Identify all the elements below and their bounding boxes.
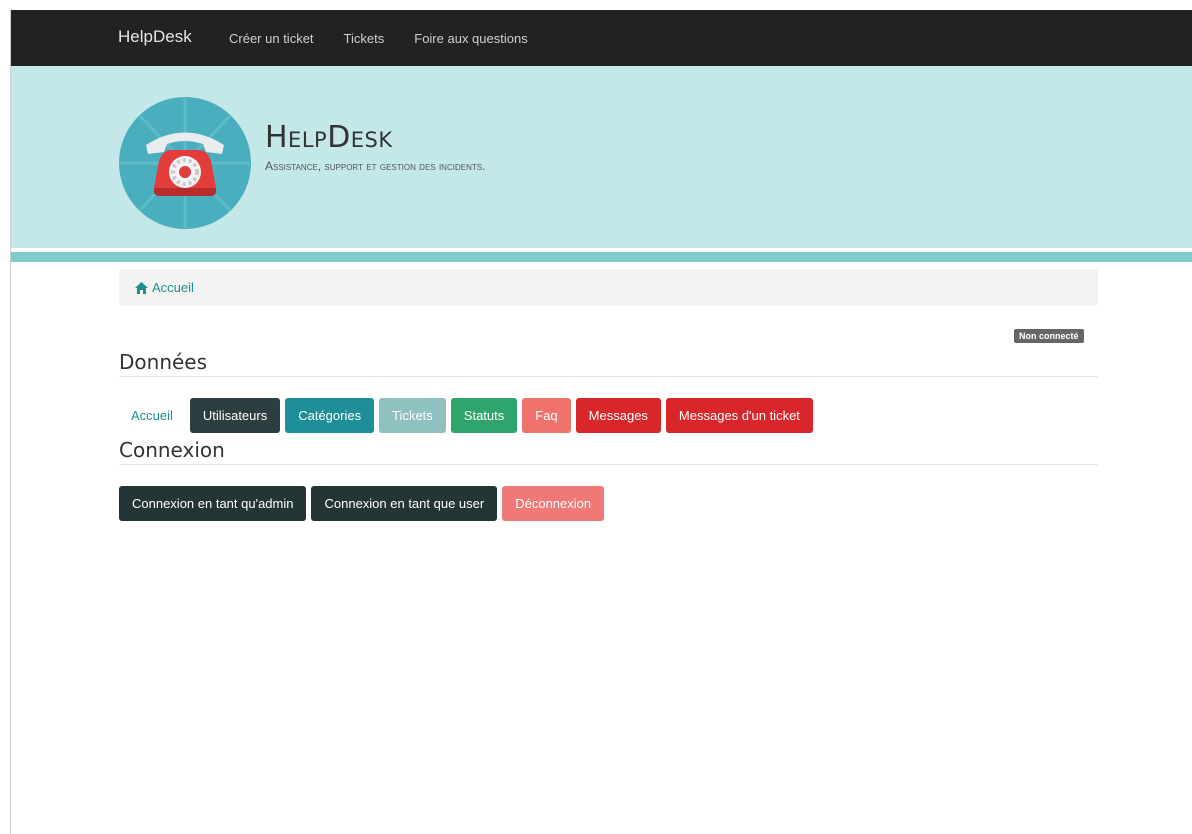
connexion-section-title: Connexion <box>119 438 225 462</box>
login-admin-button[interactable]: Connexion en tant qu'admin <box>119 486 307 521</box>
users-button[interactable]: Utilisateurs <box>189 398 281 433</box>
breadcrumb: Accueil <box>119 269 1098 306</box>
top-navbar: HelpDesk Créer un ticket Tickets Foire a… <box>11 10 1192 66</box>
data-section-divider <box>119 376 1098 377</box>
navbar-brand[interactable]: HelpDesk <box>118 27 192 47</box>
navbar-links: Créer un ticket Tickets Foire aux questi… <box>229 31 558 46</box>
messages-button[interactable]: Messages <box>575 398 661 433</box>
home-icon <box>135 281 148 294</box>
page-frame: HelpDesk Créer un ticket Tickets Foire a… <box>10 10 1192 834</box>
connexion-button-row: Connexion en tant qu'admin Connexion en … <box>119 486 605 521</box>
hero-banner: HelpDesk Assistance, support et gestion … <box>11 66 1192 248</box>
faq-button[interactable]: Faq <box>522 398 571 433</box>
nav-link-create-ticket[interactable]: Créer un ticket <box>229 31 314 46</box>
breadcrumb-home[interactable]: Accueil <box>135 280 194 295</box>
ticket-messages-button[interactable]: Messages d'un ticket <box>665 398 813 433</box>
hero-title: HelpDesk <box>265 120 393 155</box>
breadcrumb-home-label: Accueil <box>152 280 194 295</box>
statuses-button[interactable]: Statuts <box>450 398 518 433</box>
categories-button[interactable]: Catégories <box>285 398 375 433</box>
data-button-row: Accueil Utilisateurs Catégories Tickets … <box>119 398 813 433</box>
connexion-section-divider <box>119 464 1098 465</box>
hero-accent-bar <box>11 252 1192 262</box>
nav-link-tickets[interactable]: Tickets <box>344 31 385 46</box>
tickets-button[interactable]: Tickets <box>379 398 446 433</box>
status-badge: Non connecté <box>1014 329 1084 343</box>
data-section-title: Données <box>119 350 208 374</box>
telephone-logo-icon <box>119 97 251 229</box>
login-user-button[interactable]: Connexion en tant que user <box>311 486 498 521</box>
data-home-link[interactable]: Accueil <box>119 398 185 433</box>
nav-link-faq[interactable]: Foire aux questions <box>414 31 527 46</box>
hero-subtitle: Assistance, support et gestion des incid… <box>265 159 486 173</box>
logout-button[interactable]: Déconnexion <box>502 486 605 521</box>
